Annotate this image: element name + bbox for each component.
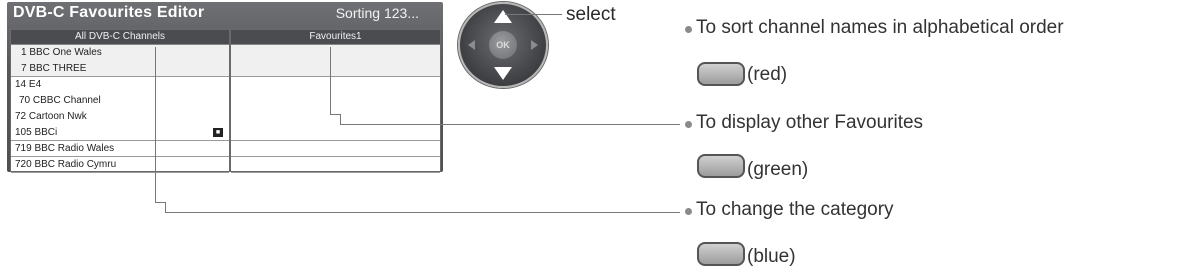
channel-number: 720: [15, 159, 32, 170]
channel-name: CBBC Channel: [32, 95, 101, 106]
favourite-row[interactable]: [231, 77, 440, 93]
channel-name: BBC Radio Wales: [34, 143, 115, 154]
callout-line-category-step: [165, 202, 166, 212]
red-key-label: (red): [747, 64, 788, 85]
channel-number: 14: [15, 79, 27, 90]
channel-row[interactable]: 1 BBC One Wales: [11, 45, 229, 61]
blue-key-icon: [697, 242, 745, 266]
favourite-row[interactable]: [231, 109, 440, 125]
channel-row[interactable]: 14 E4: [11, 77, 229, 93]
editor-mode: Sorting 123...: [335, 5, 419, 21]
channel-number: 1: [21, 47, 27, 58]
callout-line-favourites-horizontal: [340, 124, 680, 125]
callout-line-category-horizontal: [165, 212, 680, 213]
bullet-icon: [685, 121, 692, 128]
channel-row[interactable]: 719 BBC Radio Wales: [11, 141, 229, 157]
callout-line-favourites-elbow: [330, 114, 340, 115]
bullet-icon: [685, 208, 692, 215]
red-key-icon: [697, 62, 745, 86]
instruction-change-category: To change the category: [696, 199, 894, 220]
ok-button: OK: [489, 31, 517, 59]
all-channels-header: All DVB-C Channels: [11, 30, 229, 45]
all-channels-list: All DVB-C Channels 1 BBC One Wales 7 BBC…: [10, 29, 230, 173]
favourites-list: Favourites1: [230, 29, 441, 173]
up-arrow-icon: [494, 10, 512, 23]
channel-number: 719: [15, 143, 32, 154]
select-label: select: [566, 4, 616, 25]
favourite-row[interactable]: [231, 125, 440, 141]
channel-name: BBC THREE: [29, 63, 87, 74]
channel-number: 105: [15, 127, 32, 138]
channel-row[interactable]: 7 BBC THREE: [11, 61, 229, 77]
favourites-editor-panel: DVB-C Favourites Editor Sorting 123... A…: [7, 2, 443, 173]
instruction-sort: To sort channel names in alphabetical or…: [696, 17, 1064, 38]
favourites-header: Favourites1: [231, 30, 440, 45]
favourite-row[interactable]: [231, 93, 440, 109]
callout-line-category-vertical: [155, 47, 156, 203]
channel-row[interactable]: 70 CBBC Channel: [11, 93, 229, 109]
channel-number: 7: [21, 63, 27, 74]
left-arrow-icon: [468, 40, 475, 50]
green-key-label: (green): [747, 159, 809, 180]
bullet-icon: [685, 26, 692, 33]
green-key-icon: [697, 154, 745, 178]
channel-number: 72: [15, 111, 27, 122]
callout-line-favourites-step: [340, 114, 341, 124]
favourite-row[interactable]: [231, 61, 440, 77]
channel-row[interactable]: 105 BBCi ■: [11, 125, 229, 141]
lock-icon: ■: [213, 128, 223, 137]
editor-title: DVB-C Favourites Editor: [13, 4, 205, 21]
blue-key-label: (blue): [747, 246, 796, 267]
channel-name: BBC Radio Cymru: [34, 159, 117, 170]
channel-number: 70: [19, 95, 31, 106]
channel-name: Cartoon Nwk: [28, 111, 87, 122]
callout-line-category-elbow: [155, 202, 165, 203]
right-arrow-icon: [531, 40, 538, 50]
favourite-row[interactable]: [231, 45, 440, 61]
channel-row[interactable]: 72 Cartoon Nwk: [11, 109, 229, 125]
select-callout-line: [505, 14, 562, 15]
channel-name: BBC One Wales: [29, 47, 102, 58]
channel-row[interactable]: 720 BBC Radio Cymru: [11, 157, 229, 173]
down-arrow-icon: [494, 67, 512, 80]
channel-name: E4: [28, 79, 42, 90]
favourite-row[interactable]: [231, 157, 440, 173]
channel-name: BBCi: [34, 127, 58, 138]
instruction-other-favourites: To display other Favourites: [696, 112, 924, 133]
callout-line-favourites-vertical: [330, 47, 331, 115]
favourite-row[interactable]: [231, 141, 440, 157]
